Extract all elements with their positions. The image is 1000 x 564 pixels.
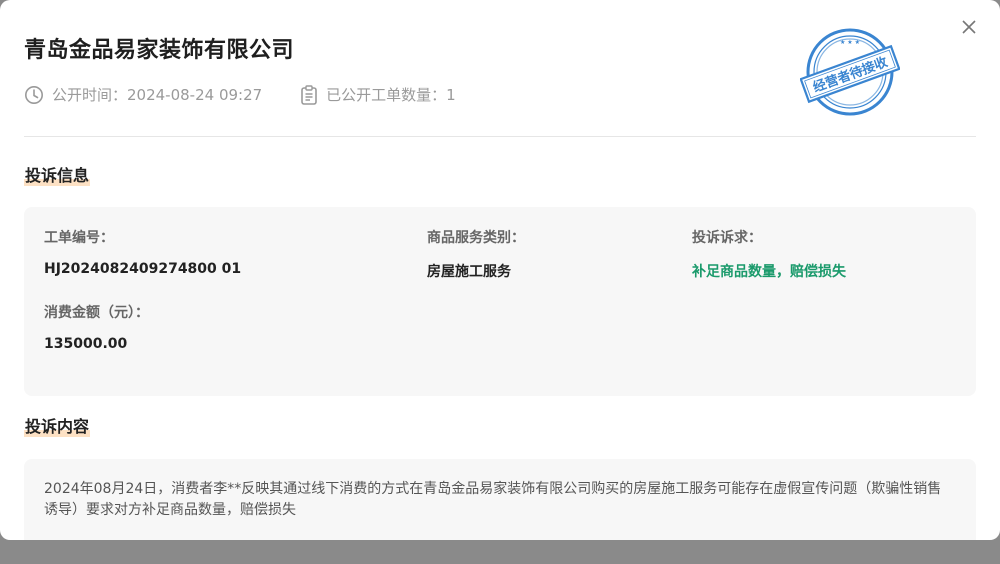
close-icon [962, 20, 976, 34]
complaint-content-text: 2024年08月24日，消费者李**反映其通过线下消费的方式在青岛金品易家装饰有… [44, 481, 942, 518]
order-no-label: 工单编号： [44, 230, 114, 246]
demand-label: 投诉诉求： [692, 230, 762, 246]
order-count-text: 已公开工单数量：1 [326, 86, 456, 104]
close-button[interactable] [956, 14, 982, 40]
field-demand: 投诉诉求： 补足商品数量，赔偿损失 [692, 227, 846, 281]
publish-time: 公开时间：2024-08-24 09:27 [24, 84, 262, 105]
complaint-info-card: 工单编号： HJ2024082409274800 01 商品服务类别： 房屋施工… [24, 207, 976, 396]
order-count: 已公开工单数量：1 [300, 84, 456, 105]
complaint-content-card: 2024年08月24日，消费者李**反映其通过线下消费的方式在青岛金品易家装饰有… [24, 459, 976, 540]
category-value: 房屋施工服务 [427, 264, 511, 280]
svg-text:★ ★ ★: ★ ★ ★ [840, 39, 860, 46]
complaint-detail-modal: 青岛金品易家装饰有限公司 公开时间：2024-08-24 09:27 已公开工单… [0, 0, 1000, 540]
order-no-value: HJ2024082409274800 01 [44, 261, 242, 277]
clipboard-icon [301, 84, 317, 105]
category-label: 商品服务类别： [427, 230, 525, 246]
field-amount: 消费金额（元）： 135000.00 [44, 302, 149, 352]
meta-row: 公开时间：2024-08-24 09:27 已公开工单数量：1 [24, 84, 494, 105]
section-title-complaint-content: 投诉内容 [24, 417, 91, 437]
section-title-complaint-info: 投诉信息 [24, 166, 91, 186]
amount-value: 135000.00 [44, 336, 128, 352]
status-stamp: ★ ★ ★ 经营者待接收 [800, 28, 900, 116]
field-order-no: 工单编号： HJ2024082409274800 01 [44, 227, 241, 277]
header-divider [24, 136, 976, 137]
clock-icon [25, 85, 43, 104]
field-category: 商品服务类别： 房屋施工服务 [427, 227, 525, 281]
demand-value: 补足商品数量，赔偿损失 [692, 264, 846, 280]
company-name: 青岛金品易家装饰有限公司 [24, 38, 295, 63]
publish-time-text: 公开时间：2024-08-24 09:27 [52, 86, 263, 104]
amount-label: 消费金额（元）： [44, 305, 149, 321]
